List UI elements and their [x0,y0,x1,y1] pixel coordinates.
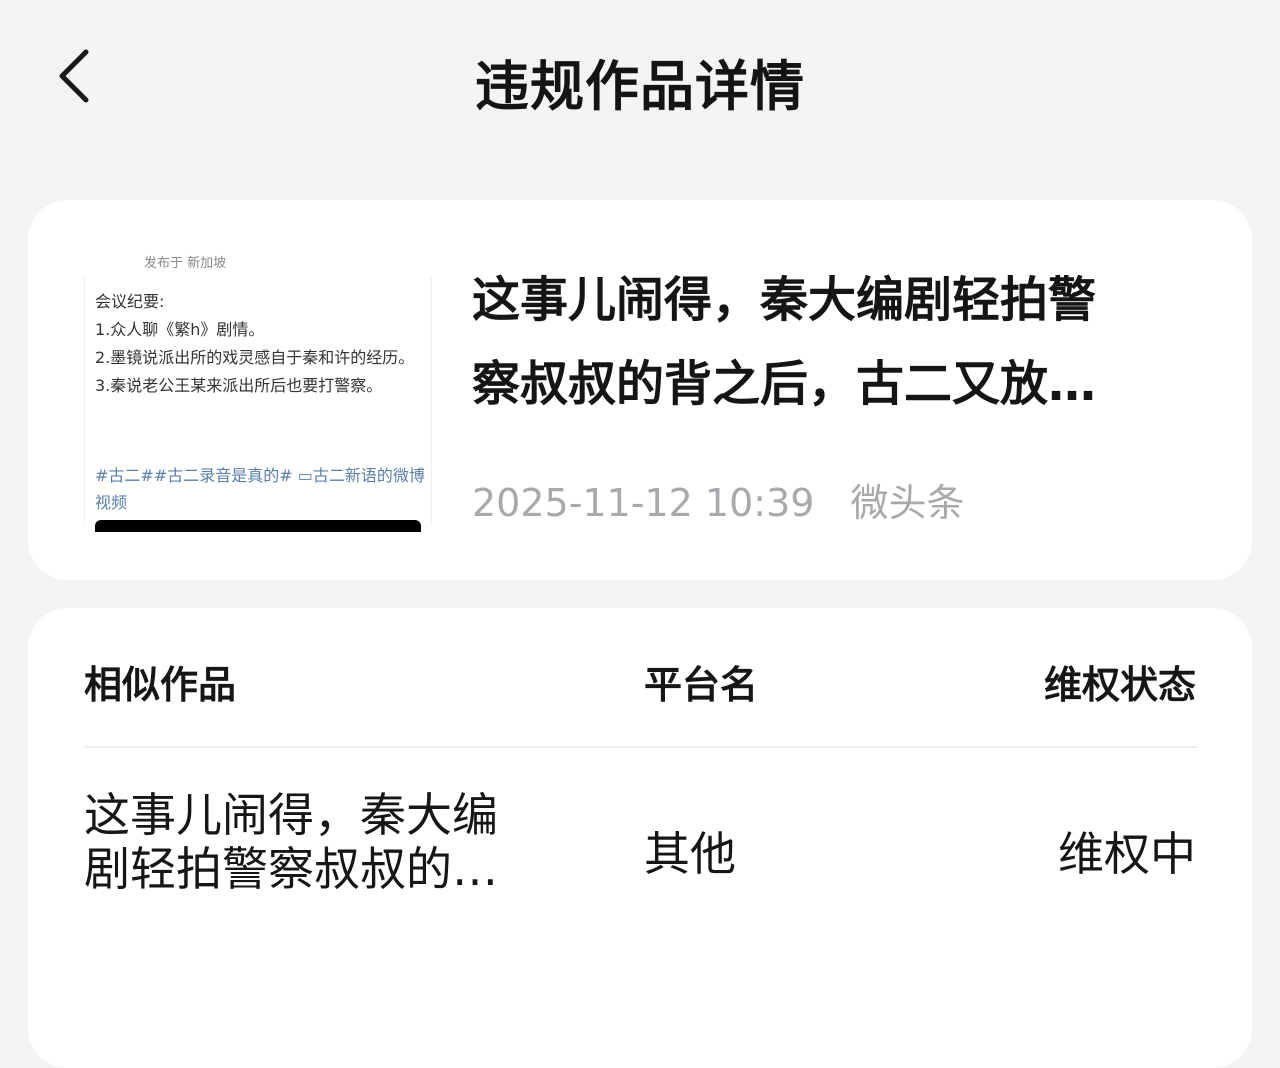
thumbnail-line: 3.秦说老公王某来派出所后也要打警察。 [95,376,383,395]
thumbnail-hashtags: #古二##古二录音是真的# ▭古二新语的微博视频 [95,466,425,512]
similar-works-card: 相似作品 平台名 维权状态 这事儿闹得，秦大编 剧轻拍警察叔叔的… 其他 维权中 [28,608,1252,1068]
thumbnail-post-body: 会议纪要: 1.众人聊《繁h》剧情。 2.墨镜说派出所的戏灵感自于秦和许的经历。… [84,276,432,532]
thumbnail-location: 发布于 新加坡 [144,256,227,271]
column-header-platform: 平台名 [644,663,759,707]
page-title: 违规作品详情 [475,55,805,118]
work-title-line: 这事儿闹得，秦大编剧轻拍警 [472,272,1097,328]
top-bar: 违规作品详情 [0,0,1280,160]
similar-work-title-line: 这事儿闹得，秦大编 [84,788,498,842]
work-title-line: 察叔叔的背之后，古二又放… [472,356,1097,412]
redaction-bar [95,520,421,532]
work-title: 这事儿闹得，秦大编剧轻拍警 察叔叔的背之后，古二又放… [472,258,1212,426]
thumbnail-line: 1.众人聊《繁h》剧情。 [95,320,265,339]
similar-work-platform: 其他 [644,827,736,881]
similar-work-title: 这事儿闹得，秦大编 剧轻拍警察叔叔的… [84,788,524,898]
thumbnail-line: 会议纪要: [95,292,165,311]
similar-work-status: 维权中 [1058,827,1196,881]
thumbnail-line: 2.墨镜说派出所的戏灵感自于秦和许的经历。 [95,348,415,367]
violating-work-card[interactable]: 发布于 新加坡 会议纪要: 1.众人聊《繁h》剧情。 2.墨镜说派出所的戏灵感自… [28,200,1252,580]
thumbnail-text: 会议纪要: 1.众人聊《繁h》剧情。 2.墨镜说派出所的戏灵感自于秦和许的经历。… [95,288,414,400]
table-row[interactable]: 这事儿闹得，秦大编 剧轻拍警察叔叔的… 其他 维权中 [28,788,1252,908]
work-meta: 2025-11-12 10:39 微头条 [472,472,964,527]
work-thumbnail[interactable]: 发布于 新加坡 会议纪要: 1.众人聊《繁h》剧情。 2.墨镜说派出所的戏灵感自… [84,242,434,532]
header-divider [84,746,1198,748]
column-header-similar-work: 相似作品 [84,663,237,707]
column-header-rights-status: 维权状态 [1043,663,1196,707]
similar-work-title-line: 剧轻拍警察叔叔的… [84,842,498,896]
publish-datetime: 2025-11-12 10:39 [472,481,815,525]
publish-platform: 微头条 [850,481,965,525]
